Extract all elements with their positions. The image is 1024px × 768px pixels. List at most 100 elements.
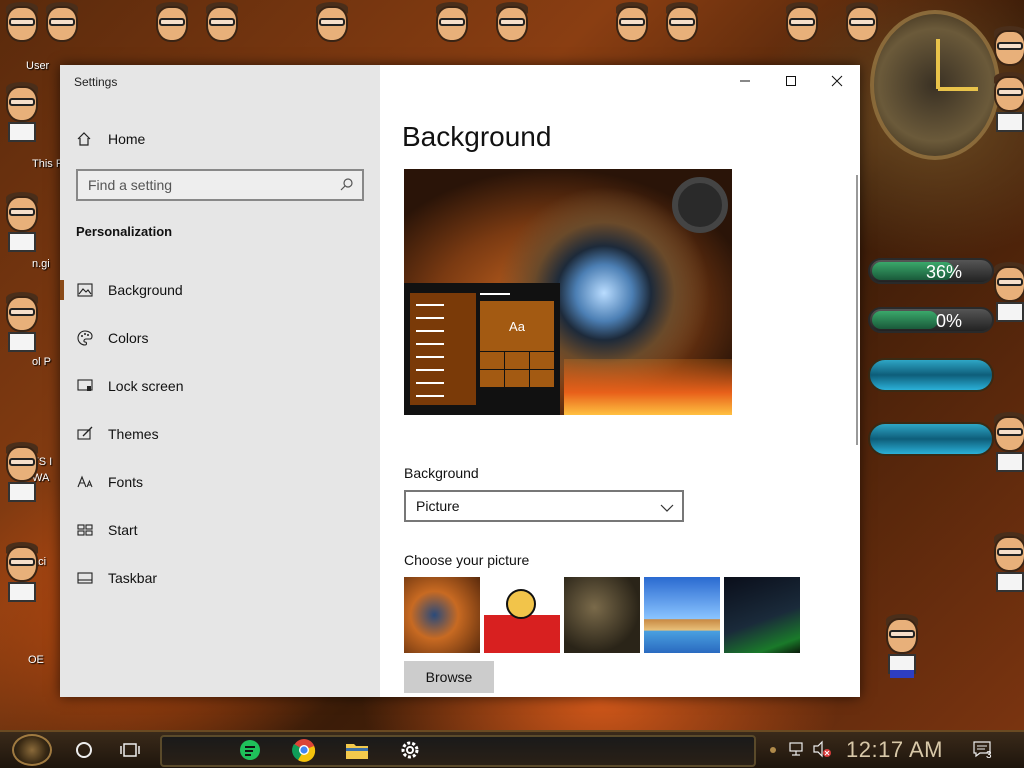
sidebar-item-themes[interactable]: Themes xyxy=(60,412,380,456)
caption-buttons xyxy=(722,65,860,97)
sidebar-item-label: Lock screen xyxy=(108,378,184,394)
cartoon-character xyxy=(200,0,244,62)
taskbar-icon xyxy=(76,569,94,587)
desktop-icon-label[interactable]: ol P xyxy=(32,356,51,368)
preview-tiles: Aa xyxy=(480,293,554,405)
cartoon-character xyxy=(0,440,44,502)
section-title: Personalization xyxy=(76,224,173,239)
cartoon-character xyxy=(610,0,654,62)
sidebar-item-fonts[interactable]: Fonts xyxy=(60,460,380,504)
cartoon-character xyxy=(988,70,1024,132)
tube-gauge-2 xyxy=(868,422,994,456)
desktop-icon-label[interactable]: OE xyxy=(28,654,44,666)
settings-window: Settings Home Personalization Background xyxy=(60,65,860,697)
sidebar-item-lock-screen[interactable]: Lock screen xyxy=(60,364,380,408)
picture-thumbnails xyxy=(404,577,800,653)
ram-gauge: 0% xyxy=(868,307,994,333)
scrollbar[interactable] xyxy=(856,175,858,445)
sidebar-item-label: Colors xyxy=(108,330,149,346)
cartoon-character xyxy=(150,0,194,62)
maximize-button[interactable] xyxy=(768,65,814,97)
sidebar-item-start[interactable]: Start xyxy=(60,508,380,552)
minimize-icon xyxy=(740,80,750,82)
desktop-icon-label[interactable]: This P xyxy=(32,158,63,170)
sidebar-item-label: Background xyxy=(108,282,183,298)
preview-fire-image xyxy=(564,359,732,415)
cartoon-character xyxy=(0,540,44,602)
desktop-icon-label[interactable]: n.gi xyxy=(32,258,50,270)
choose-picture-label: Choose your picture xyxy=(404,552,530,568)
chrome-icon[interactable] xyxy=(290,736,318,764)
page-title: Background xyxy=(402,121,552,152)
sidebar-item-label: Start xyxy=(108,522,138,538)
close-button[interactable] xyxy=(814,65,860,97)
background-preview: Aa xyxy=(404,169,732,415)
tray-chevron-icon[interactable] xyxy=(768,740,788,760)
cartoon-character xyxy=(988,410,1024,472)
cartoon-character xyxy=(0,190,44,252)
cartoon-character xyxy=(660,0,704,62)
cartoon-character xyxy=(40,0,84,62)
start-icon xyxy=(76,521,94,539)
dropdown-value: Picture xyxy=(416,498,460,514)
search-box[interactable] xyxy=(76,169,364,201)
home-label: Home xyxy=(108,131,146,147)
picture-thumbnail[interactable] xyxy=(484,577,560,653)
volume-muted-icon[interactable] xyxy=(812,740,832,760)
sidebar-item-label: Fonts xyxy=(108,474,144,490)
preview-app-list xyxy=(410,293,476,405)
sidebar-item-colors[interactable]: Colors xyxy=(60,316,380,360)
ram-gauge-fill xyxy=(872,311,938,329)
sidebar-item-label: Taskbar xyxy=(108,570,158,586)
search-icon[interactable] xyxy=(340,177,354,191)
task-view-icon[interactable] xyxy=(116,736,144,764)
preview-tile-text: Aa xyxy=(480,301,554,351)
cartoon-character xyxy=(0,0,44,62)
background-label: Background xyxy=(404,465,479,481)
preview-gear-image xyxy=(672,177,728,233)
clock-minute-hand xyxy=(938,87,978,91)
picture-thumbnail[interactable] xyxy=(564,577,640,653)
cartoon-character xyxy=(430,0,474,62)
taskbar-clock[interactable]: 12:17 AM xyxy=(846,737,943,763)
picture-thumbnail[interactable] xyxy=(404,577,480,653)
cartoon-character xyxy=(0,290,44,352)
home-nav-item[interactable]: Home xyxy=(76,129,145,149)
steampunk-clock xyxy=(870,10,1000,160)
cartoon-character xyxy=(988,530,1024,592)
cartoon-character xyxy=(880,612,924,678)
minimize-button[interactable] xyxy=(722,65,768,97)
cartoon-character xyxy=(840,0,884,62)
start-button[interactable] xyxy=(12,734,52,766)
notification-count: 3 xyxy=(986,750,992,761)
picture-thumbnail[interactable] xyxy=(644,577,720,653)
chevron-down-icon xyxy=(660,500,674,518)
home-icon xyxy=(76,131,92,147)
cartoon-character xyxy=(490,0,534,62)
cartoon-character xyxy=(310,0,354,62)
cartoon-character xyxy=(988,260,1024,322)
settings-gear-icon[interactable] xyxy=(396,736,424,764)
settings-content: Background Aa Background Picture Choose … xyxy=(380,65,860,697)
fonts-icon xyxy=(76,473,94,491)
cartoon-character xyxy=(0,80,44,142)
ram-gauge-label: 0% xyxy=(935,311,962,331)
file-explorer-icon[interactable] xyxy=(343,736,371,764)
sidebar-item-background[interactable]: Background xyxy=(60,268,380,312)
background-type-dropdown[interactable]: Picture xyxy=(404,490,684,522)
sidebar-item-taskbar[interactable]: Taskbar xyxy=(60,556,380,600)
sheets-icon[interactable] xyxy=(236,736,264,764)
browse-button[interactable]: Browse xyxy=(404,661,494,693)
image-icon xyxy=(76,281,94,299)
cortana-icon[interactable] xyxy=(70,736,98,764)
close-icon xyxy=(831,75,843,87)
sidebar-item-label: Themes xyxy=(108,426,159,442)
search-input[interactable] xyxy=(78,171,318,199)
tube-gauge-1 xyxy=(868,358,994,392)
maximize-icon xyxy=(786,76,796,86)
taskbar: 12:17 AM 3 xyxy=(0,730,1024,768)
network-icon[interactable] xyxy=(788,740,808,760)
clock-hour-hand xyxy=(936,39,940,89)
picture-thumbnail[interactable] xyxy=(724,577,800,653)
preview-start-menu: Aa xyxy=(404,283,560,415)
